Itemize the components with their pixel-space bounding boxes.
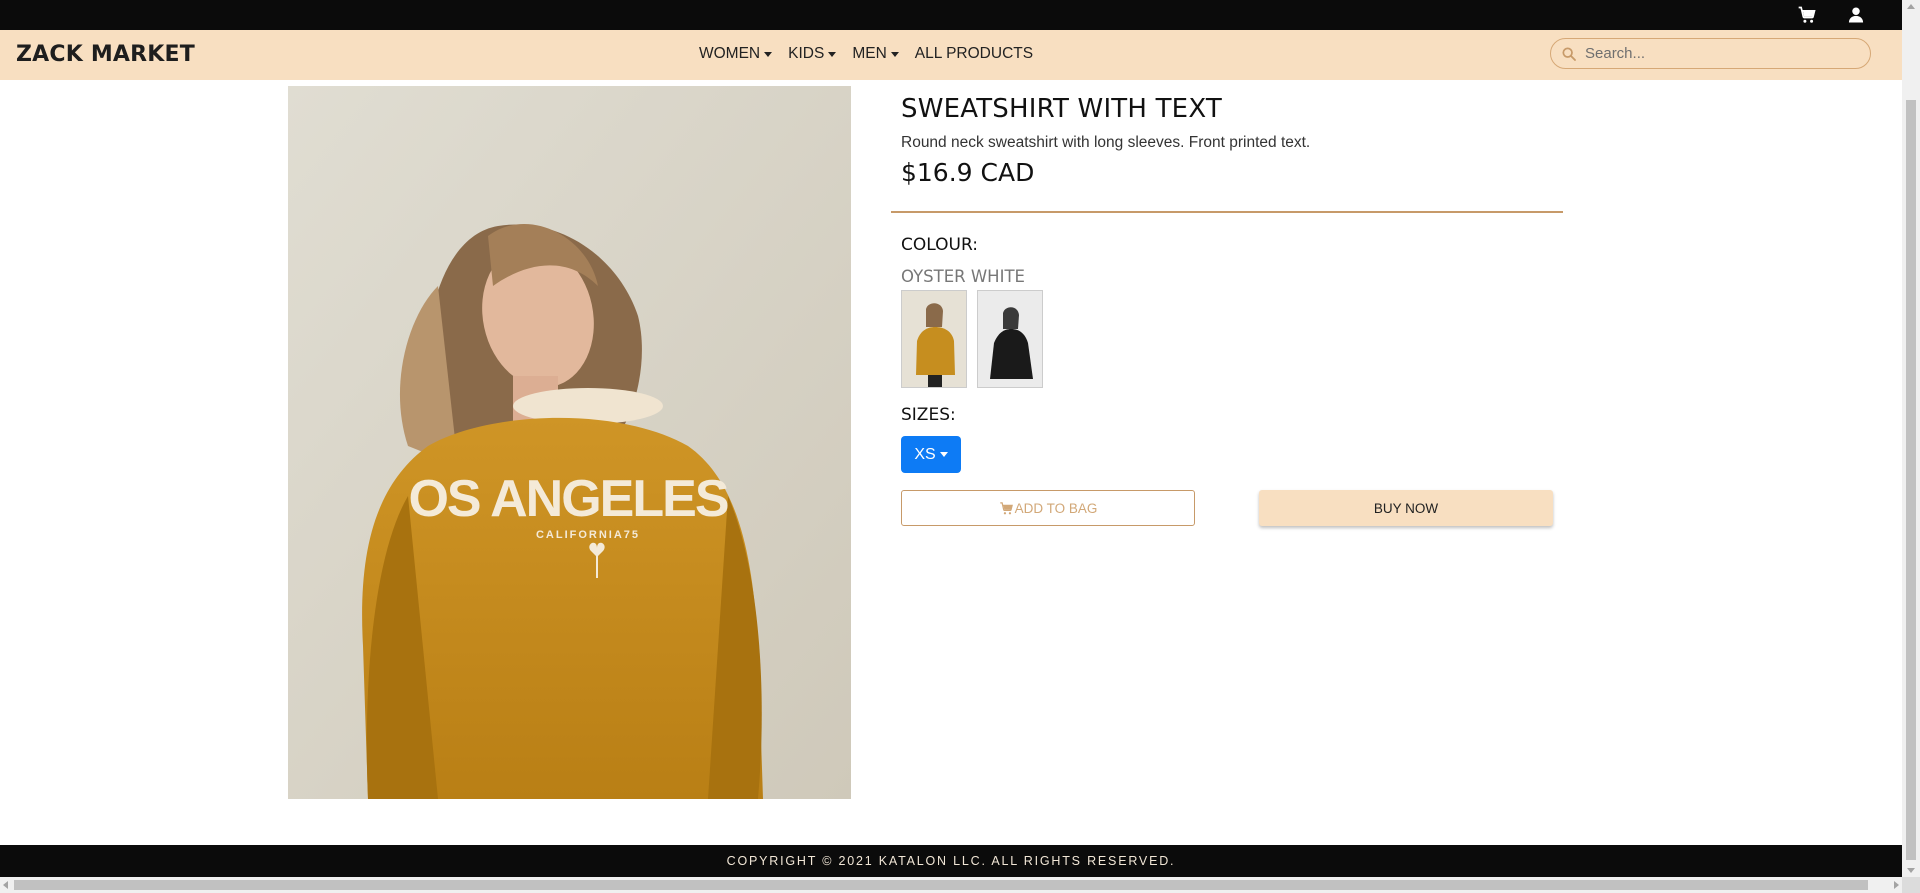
shopping-cart-icon (999, 501, 1013, 514)
swatch-thumbnail (902, 291, 966, 387)
horizontal-scrollbar[interactable] (0, 877, 1902, 893)
size-selected: XS (914, 445, 936, 463)
scroll-down-arrow-icon[interactable] (1907, 868, 1915, 873)
shirt-print-subtext: CALIFORNIA75 (536, 529, 640, 541)
search-input[interactable] (1585, 45, 1845, 62)
details-divider (891, 211, 1563, 213)
caret-down-icon (764, 51, 773, 57)
footer-copyright: COPYRIGHT © 2021 KATALON LLC. ALL RIGHTS… (726, 854, 1176, 868)
vertical-scrollbar[interactable] (1902, 0, 1920, 877)
product-title: SWEATSHIRT WITH TEXT (901, 94, 1222, 124)
main-menu: WOMEN KIDS MEN ALL PRODUCTS (699, 45, 1049, 63)
buy-now-button[interactable]: BUY NOW (1259, 490, 1553, 526)
scroll-left-arrow-icon[interactable] (3, 881, 8, 889)
horizontal-scroll-thumb[interactable] (14, 880, 1868, 890)
nav-item-label: ALL PRODUCTS (914, 45, 1034, 62)
colour-swatch-black[interactable] (977, 290, 1043, 388)
nav-item-label: MEN (852, 45, 887, 62)
product-description: Round neck sweatshirt with long sleeves.… (901, 134, 1311, 151)
nav-item-label: KIDS (788, 45, 825, 62)
shirt-print-text: OS ANGELES (408, 470, 727, 528)
buy-now-label: BUY NOW (1373, 500, 1439, 516)
nav-item-kids[interactable]: KIDS (788, 45, 837, 63)
colour-name: OYSTER WHITE (901, 267, 1025, 286)
product-details: SWEATSHIRT WITH TEXT Round neck sweatshi… (901, 94, 1581, 187)
caret-down-icon (890, 51, 899, 57)
scrollbar-corner (1902, 877, 1920, 893)
colour-label: COLOUR: (901, 235, 978, 255)
colour-swatch-mustard[interactable] (901, 290, 967, 388)
vertical-scroll-thumb[interactable] (1906, 100, 1916, 860)
nav-item-women[interactable]: WOMEN (699, 45, 773, 63)
nav-item-all-products[interactable]: ALL PRODUCTS (915, 45, 1033, 63)
scroll-up-arrow-icon[interactable] (1907, 4, 1915, 9)
add-to-bag-button[interactable]: ADD TO BAG (901, 490, 1195, 526)
caret-down-icon (939, 452, 948, 457)
add-to-bag-label: ADD TO BAG (1014, 500, 1098, 516)
user-icon[interactable] (1846, 5, 1866, 25)
swatch-thumbnail (978, 291, 1042, 387)
nav-item-men[interactable]: MEN (852, 45, 899, 63)
footer: COPYRIGHT © 2021 KATALON LLC. ALL RIGHTS… (0, 845, 1902, 877)
nav-item-label: WOMEN (699, 45, 761, 62)
caret-down-icon (828, 51, 837, 57)
product-photo: OS ANGELES CALIFORNIA75 (288, 86, 851, 799)
scroll-right-arrow-icon[interactable] (1894, 881, 1899, 889)
top-bar (0, 0, 1902, 30)
size-dropdown-button[interactable]: XS (901, 436, 961, 473)
main-navbar: ZACK MARKET WOMEN KIDS MEN ALL PRODUCTS (0, 30, 1902, 80)
shopping-cart-icon[interactable] (1797, 5, 1817, 25)
brand-logo[interactable]: ZACK MARKET (16, 42, 195, 67)
search-icon (1562, 46, 1576, 61)
search-box (1550, 38, 1871, 69)
product-image: OS ANGELES CALIFORNIA75 (288, 86, 851, 799)
sizes-label: SIZES: (901, 405, 956, 425)
product-price: $16.9 CAD (901, 158, 1035, 187)
